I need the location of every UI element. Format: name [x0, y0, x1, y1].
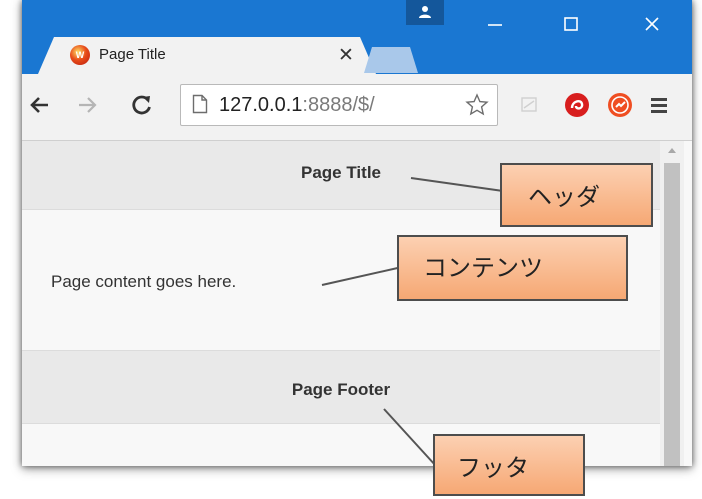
callout-header: ヘッダ — [500, 163, 653, 227]
content-connector-line — [321, 266, 403, 286]
header-connector-line — [410, 177, 504, 192]
callout-content: コンテンツ — [397, 235, 628, 301]
screenshot-stage: W Page Title ✕ 127.0.0.1:8888/$/ Page Ti… — [0, 0, 702, 499]
callout-footer: フッタ — [433, 434, 585, 496]
footer-connector-line — [383, 408, 437, 467]
